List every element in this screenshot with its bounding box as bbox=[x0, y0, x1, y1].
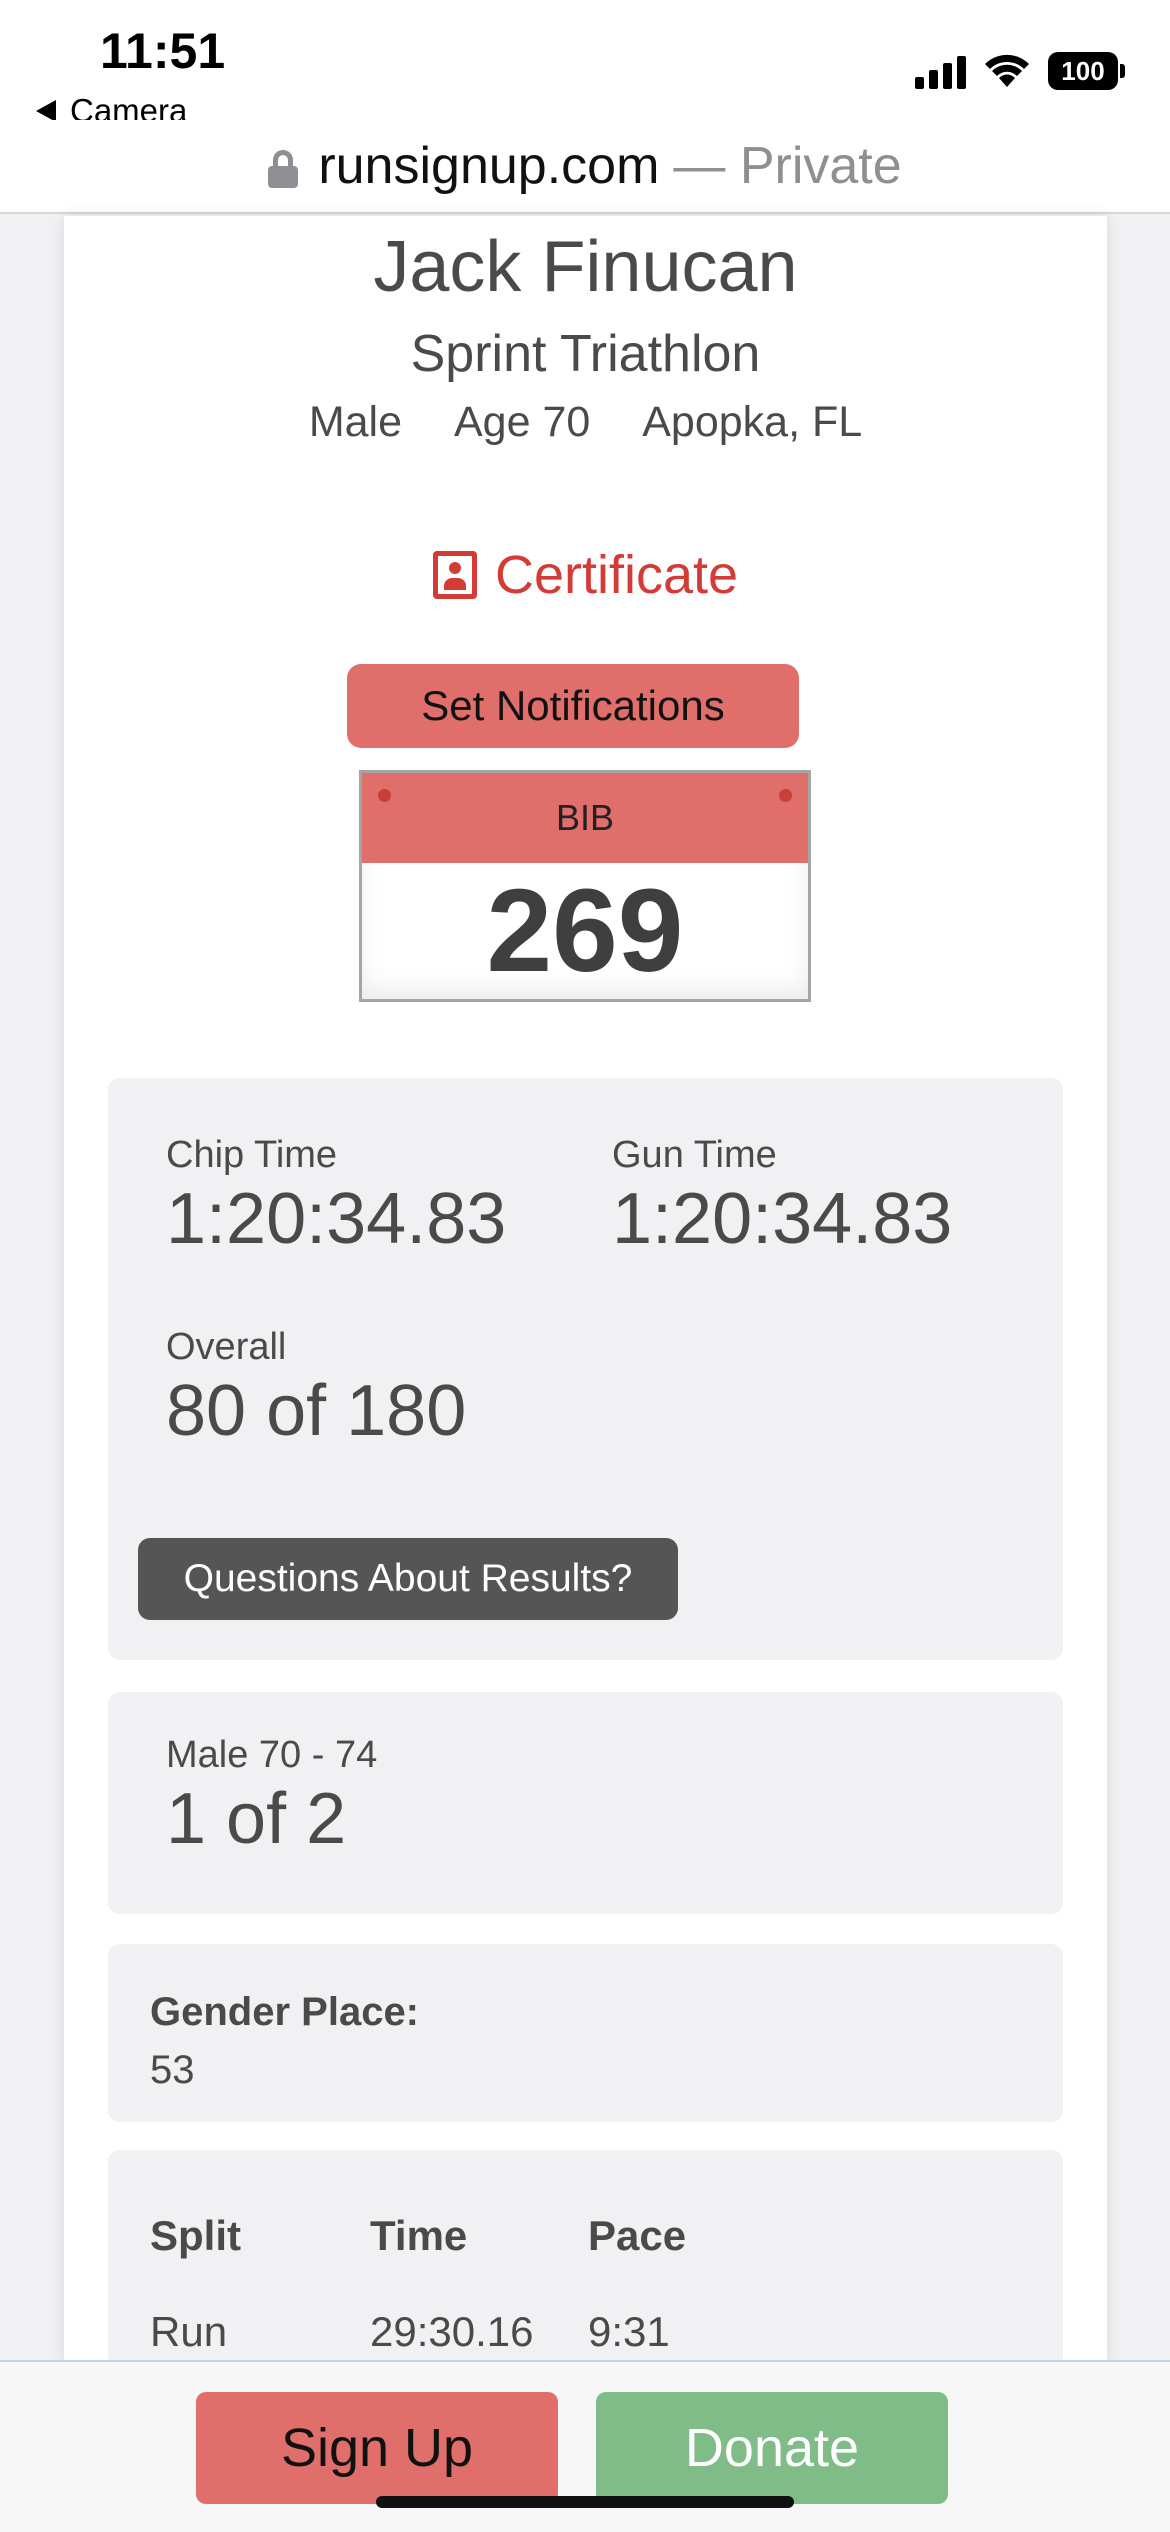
participant-location: Apopka, FL bbox=[642, 398, 863, 446]
questions-about-results-button[interactable]: Questions About Results? bbox=[138, 1538, 678, 1620]
participant-name: Jack Finucan bbox=[373, 227, 798, 307]
gender-place-panel: Gender Place: 53 bbox=[108, 1944, 1063, 2122]
bib-header: BIB bbox=[362, 773, 808, 863]
gun-time-value: 1:20:34.83 bbox=[612, 1179, 953, 1259]
status-bar: 11:51 Camera 100 bbox=[0, 0, 1170, 135]
private-indicator: — Private bbox=[673, 137, 902, 195]
set-notifications-button[interactable]: Set Notifications bbox=[347, 664, 799, 748]
sign-up-button[interactable]: Sign Up bbox=[196, 2392, 558, 2504]
age-group-place: 1 of 2 bbox=[166, 1779, 347, 1859]
gun-time-label: Gun Time bbox=[612, 1134, 777, 1176]
event-name: Sprint Triathlon bbox=[410, 325, 761, 383]
bib-card: BIB 269 bbox=[359, 770, 811, 1002]
bib-label: BIB bbox=[555, 797, 615, 838]
age-group-label: Male 70 - 74 bbox=[166, 1734, 378, 1776]
cellular-signal-icon bbox=[915, 53, 966, 89]
clock: 11:51 bbox=[100, 23, 226, 79]
time-column-header: Time bbox=[370, 2212, 468, 2259]
gender-place-label: Gender Place: bbox=[150, 1990, 420, 2034]
chip-time-value: 1:20:34.83 bbox=[166, 1179, 507, 1259]
status-icons: 100 bbox=[915, 52, 1125, 90]
bib-hole-icon bbox=[779, 789, 792, 802]
overall-value: 80 of 180 bbox=[166, 1371, 467, 1451]
split-name-cell: Run bbox=[150, 2308, 228, 2355]
split-pace-cell: 9:31 bbox=[588, 2308, 670, 2355]
certificate-link[interactable]: Certificate bbox=[64, 544, 1107, 606]
certificate-icon bbox=[432, 551, 477, 599]
results-panel: Chip Time 1:20:34.83 Gun Time 1:20:34.83… bbox=[108, 1078, 1063, 1660]
participant-gender: Male bbox=[308, 398, 403, 446]
bib-number: 269 bbox=[486, 865, 684, 997]
participant-age: Age 70 bbox=[453, 398, 591, 446]
result-card: Jack Finucan Sprint Triathlon Male Age 7… bbox=[64, 216, 1107, 2450]
home-indicator[interactable] bbox=[376, 2496, 794, 2508]
bib-hole-icon bbox=[378, 789, 391, 802]
bottom-action-bar: Sign Up Donate bbox=[0, 2360, 1170, 2532]
lock-icon bbox=[268, 150, 299, 188]
address-bar[interactable]: runsignup.com — Private bbox=[0, 120, 1170, 214]
wifi-icon bbox=[985, 54, 1029, 87]
participant-demographics: Male Age 70 Apopka, FL bbox=[64, 398, 1107, 447]
pace-column-header: Pace bbox=[588, 2212, 687, 2259]
battery-icon: 100 bbox=[1048, 52, 1125, 90]
url-domain: runsignup.com bbox=[318, 137, 660, 195]
age-group-panel: Male 70 - 74 1 of 2 bbox=[108, 1692, 1063, 1914]
donate-button[interactable]: Donate bbox=[596, 2392, 948, 2504]
split-column-header: Split bbox=[150, 2212, 241, 2259]
gender-place-value: 53 bbox=[150, 2048, 195, 2092]
back-arrow-icon bbox=[36, 100, 56, 122]
split-time-cell: 29:30.16 bbox=[370, 2308, 534, 2355]
overall-label: Overall bbox=[166, 1326, 287, 1368]
certificate-label: Certificate bbox=[494, 545, 739, 605]
chip-time-label: Chip Time bbox=[166, 1134, 338, 1176]
